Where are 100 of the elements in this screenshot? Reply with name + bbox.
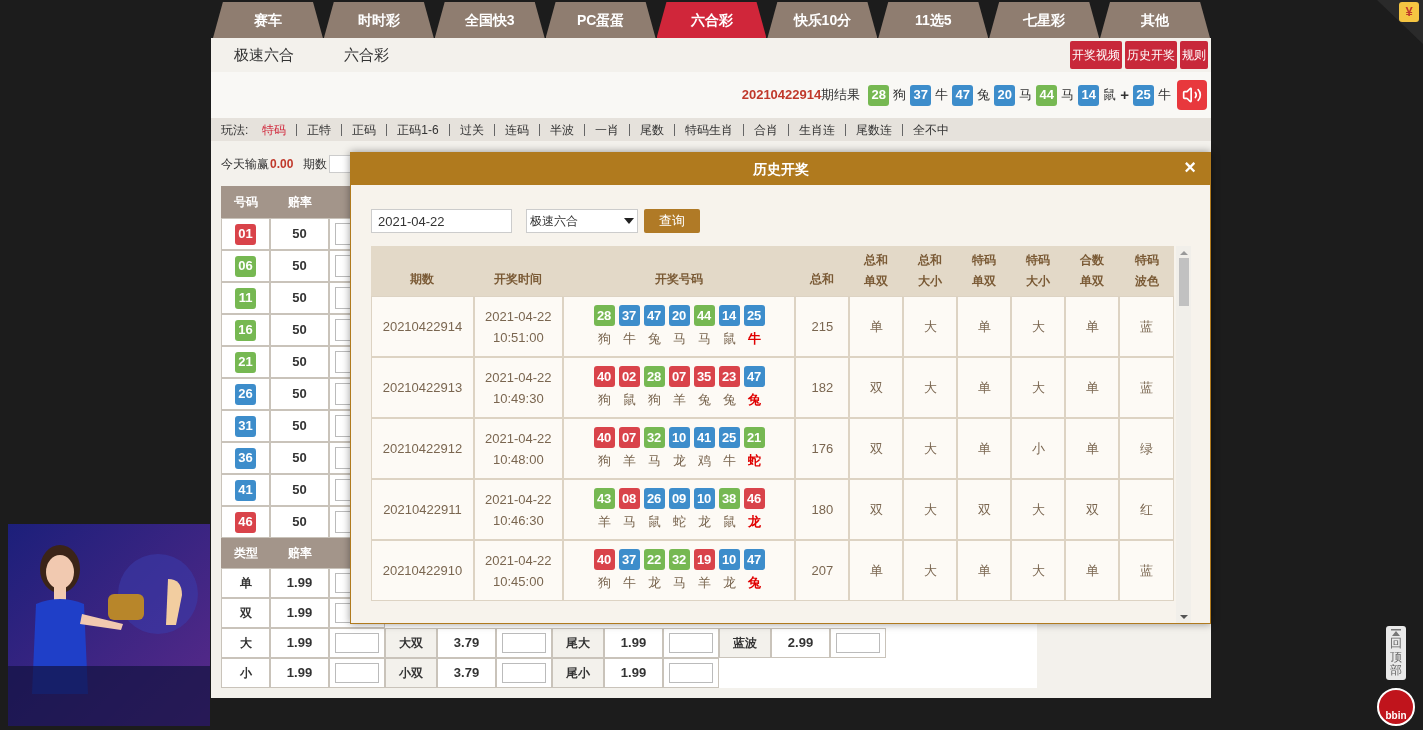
game-tab[interactable]: 11选5 <box>878 2 989 38</box>
result-cell-text: 176 <box>811 439 834 458</box>
close-button[interactable]: × <box>1184 157 1196 177</box>
today-result-label: 今天输赢 <box>221 155 269 173</box>
play-type-link[interactable]: 全不中 <box>912 120 949 139</box>
play-type-link[interactable]: 正码1-6 <box>397 120 439 139</box>
result-cell-text: 单 <box>1085 317 1099 336</box>
zodiac-label: 羊 <box>596 512 612 531</box>
column-header: 特码波色 <box>1133 252 1160 290</box>
odds-cell: 3.79 <box>437 628 496 658</box>
zodiac-label: 牛 <box>746 329 762 348</box>
action-button[interactable]: 规则 <box>1180 41 1208 69</box>
zodiac-label: 狗 <box>893 86 907 105</box>
result-cell-text: 单 <box>977 561 991 580</box>
odds-cell: 50 <box>270 250 329 282</box>
odds-cell: 50 <box>270 314 329 346</box>
result-cell-text: 红 <box>1140 500 1154 519</box>
play-type-link[interactable]: 特码 <box>262 120 287 139</box>
play-type-link[interactable]: 一肖 <box>594 120 619 139</box>
column-header: 赔率 <box>286 194 313 211</box>
column-header: 赔率 <box>286 545 313 562</box>
game-tab[interactable]: 全国快3 <box>434 2 545 38</box>
issue-cell-text: 20210422913 <box>382 378 463 397</box>
odds-cell: 50 <box>270 474 329 506</box>
issue-label: 期数 <box>303 155 328 173</box>
result-cell-text: 单 <box>977 439 991 458</box>
zodiac-label: 兔 <box>721 390 737 409</box>
draw-time: 10:45:00 <box>493 572 544 591</box>
lottery-select[interactable]: 极速六合 <box>526 209 638 233</box>
odds-cell: 1.99 <box>270 598 329 628</box>
zodiac-label: 龙 <box>746 512 762 531</box>
corner-badge[interactable]: ¥ <box>1377 0 1423 44</box>
play-type-link[interactable]: 合肖 <box>753 120 778 139</box>
column-header: 合数单双 <box>1079 252 1106 290</box>
zodiac-label: 龙 <box>671 451 687 470</box>
game-tab[interactable]: 六合彩 <box>656 2 767 38</box>
result-cell-text: 绿 <box>1140 439 1154 458</box>
result-cell-text: 大 <box>923 317 937 336</box>
back-to-top-button[interactable]: 回顶部 <box>1386 626 1406 680</box>
result-cell-text: 大 <box>923 561 937 580</box>
result-cell-text: 单 <box>869 317 883 336</box>
play-type-link[interactable]: 过关 <box>459 120 484 139</box>
lottery-subtab[interactable]: 极速六合 <box>234 43 294 67</box>
bet-type-cell: 尾大 <box>552 628 604 658</box>
zodiac-label: 龙 <box>646 573 662 592</box>
play-type-link[interactable]: 生肖连 <box>798 120 835 139</box>
odds-cell: 50 <box>270 410 329 442</box>
zodiac-label: 牛 <box>621 329 637 348</box>
draw-date: 2021-04-22 <box>485 368 552 387</box>
result-cell-text: 单 <box>1085 439 1099 458</box>
result-cell-text: 单 <box>1085 561 1099 580</box>
bet-type-cell: 大双 <box>385 628 437 658</box>
action-button[interactable]: 开奖视频 <box>1070 41 1122 69</box>
odds-cell: 50 <box>270 442 329 474</box>
zodiac-label: 牛 <box>935 86 949 105</box>
issue-cell-text: 20210422914 <box>382 317 463 336</box>
zodiac-label: 鼠 <box>721 329 737 348</box>
play-type-link[interactable]: 特码生肖 <box>684 120 733 139</box>
column-header: 号码 <box>232 194 259 211</box>
play-type-link[interactable]: 连码 <box>504 120 529 139</box>
issue-cell-text: 20210422910 <box>382 561 463 580</box>
odds-cell: 1.99 <box>604 628 663 658</box>
result-cell-text: 蓝 <box>1140 378 1154 397</box>
bet-type-cell: 双 <box>221 598 270 628</box>
action-button[interactable]: 历史开奖 <box>1125 41 1177 69</box>
play-type-link[interactable]: 尾数 <box>639 120 664 139</box>
play-type-link[interactable]: 半波 <box>549 120 574 139</box>
result-cell-text: 215 <box>811 317 834 336</box>
odds-cell: 3.79 <box>437 658 496 688</box>
game-tab[interactable]: 快乐10分 <box>767 2 878 38</box>
play-type-link[interactable]: 正特 <box>307 120 332 139</box>
play-type-link[interactable]: 正码 <box>352 120 377 139</box>
result-cell-text: 大 <box>1031 500 1045 519</box>
zodiac-label: 羊 <box>621 451 637 470</box>
query-button[interactable]: 查询 <box>644 209 700 233</box>
zodiac-label: 马 <box>621 512 637 531</box>
lottery-subtab[interactable]: 六合彩 <box>344 43 389 67</box>
bet-type-cell: 蓝波 <box>719 628 771 658</box>
game-tab[interactable]: 时时彩 <box>323 2 434 38</box>
odds-cell: 1.99 <box>270 628 329 658</box>
zodiac-label: 兔 <box>977 86 991 105</box>
play-type-link[interactable]: 尾数连 <box>855 120 892 139</box>
zodiac-label: 马 <box>1061 86 1075 105</box>
zodiac-label: 龙 <box>696 512 712 531</box>
date-field[interactable]: 2021-04-22 <box>371 209 512 233</box>
zodiac-label: 马 <box>696 329 712 348</box>
game-tab[interactable]: PC蛋蛋 <box>545 2 656 38</box>
result-cell-text: 单 <box>977 317 991 336</box>
plus-sign: + <box>1120 84 1129 105</box>
odds-cell: 50 <box>270 282 329 314</box>
game-tab[interactable]: 七星彩 <box>989 2 1100 38</box>
result-cell-text: 单 <box>1085 378 1099 397</box>
zodiac-label: 马 <box>646 451 662 470</box>
result-cell-text: 大 <box>923 439 937 458</box>
odds-cell: 1.99 <box>270 568 329 598</box>
column-header: 特码大小 <box>1025 252 1052 290</box>
result-cell-text: 单 <box>869 561 883 580</box>
game-tab[interactable]: 赛车 <box>213 2 323 38</box>
game-tab[interactable]: 其他 <box>1100 2 1210 38</box>
logo-badge[interactable]: bbin <box>1377 688 1415 726</box>
